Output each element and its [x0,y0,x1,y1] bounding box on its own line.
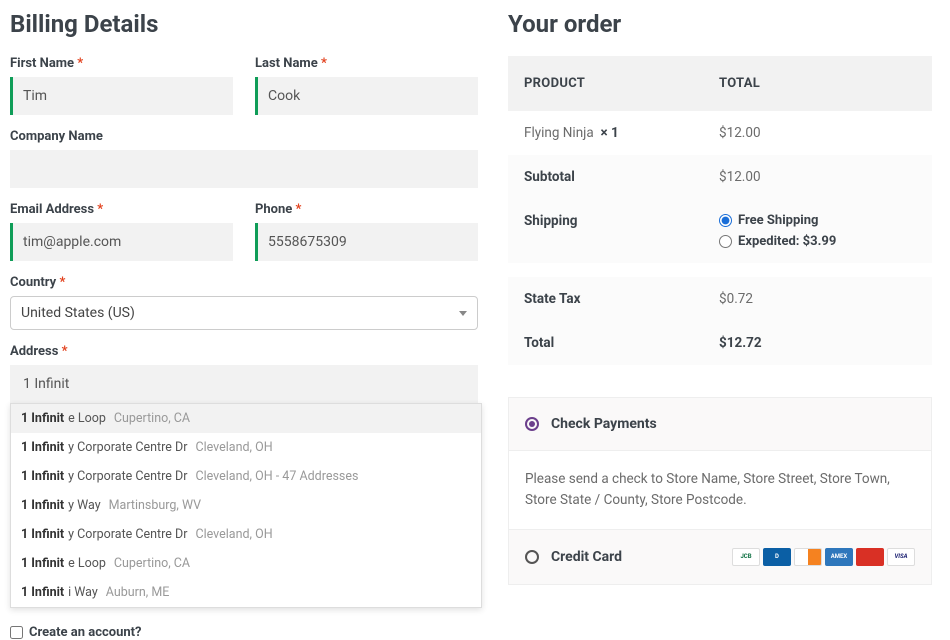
order-item-row: Flying Ninja × 1 $12.00 [508,111,932,155]
address-input[interactable] [10,365,478,403]
address-label: Address * [10,344,478,359]
billing-heading: Billing Details [10,10,478,38]
payment-check-option[interactable]: Check Payments [508,397,932,451]
total-row: Total $12.72 [508,321,932,365]
first-name-input[interactable] [10,77,233,115]
payment-credit-card-option[interactable]: Credit Card JCB D AMEX VISA [508,529,932,585]
last-name-label: Last Name * [255,56,478,71]
subtotal-label: Subtotal [508,155,703,199]
phone-field: Phone * [255,202,478,261]
shipping-label: Shipping [508,199,703,263]
create-account-row: Create an account? [10,625,478,640]
email-label: Email Address * [10,202,233,217]
country-selected-value: United States (US) [21,305,135,321]
order-table: PRODUCT TOTAL Flying Ninja × 1 $12.00 Su… [508,56,932,365]
order-item-total: $12.00 [703,111,932,155]
company-input[interactable] [10,150,478,188]
autocomplete-item[interactable]: 1 Infinity Corporate Centre DrCleveland,… [11,462,481,491]
create-account-checkbox[interactable] [10,626,23,639]
card-logos: JCB D AMEX VISA [732,548,915,566]
email-input[interactable] [10,223,233,261]
first-name-field: First Name * [10,56,233,115]
shipping-expedited-radio[interactable] [719,235,732,248]
visa-icon: VISA [887,548,915,566]
phone-input[interactable] [255,223,478,261]
shipping-expedited-label[interactable]: Expedited: $3.99 [738,234,836,249]
shipping-row: Shipping Free Shipping Expedited: $3.99 [508,199,932,263]
subtotal-row: Subtotal $12.00 [508,155,932,199]
autocomplete-item[interactable]: 1 Infinity WayMartinsburg, WV [11,491,481,520]
mastercard-icon [856,548,884,566]
country-select[interactable]: United States (US) [10,296,478,330]
tax-row: State Tax $0.72 [508,277,932,321]
address-field: Address * [10,344,478,403]
autocomplete-item[interactable]: 1 Infinite LoopCupertino, CA [11,404,481,433]
create-account-label: Create an account? [29,625,142,640]
your-order-section: Your order PRODUCT TOTAL Flying Ninja × … [508,10,940,629]
discover-icon [794,548,822,566]
col-total: TOTAL [703,56,932,111]
total-label: Total [508,321,703,365]
phone-label: Phone * [255,202,478,217]
billing-details-section: Billing Details First Name * Last Name *… [10,10,478,629]
jcb-icon: JCB [732,548,760,566]
payment-methods: Check Payments Please send a check to St… [508,397,932,585]
chevron-down-icon [459,311,467,316]
subtotal-value: $12.00 [703,155,932,199]
diners-icon: D [763,548,791,566]
autocomplete-item[interactable]: 1 Infinite LoopCupertino, CA [11,549,481,578]
col-product: PRODUCT [508,56,703,111]
payment-check-description: Please send a check to Store Name, Store… [508,451,932,529]
amex-icon: AMEX [825,548,853,566]
radio-selected-icon [525,417,539,431]
autocomplete-item[interactable]: 1 Infiniti WayAuburn, ME [11,578,481,607]
address-autocomplete-dropdown: 1 Infinite LoopCupertino, CA1 Infinity C… [10,403,482,608]
last-name-input[interactable] [255,77,478,115]
country-label: Country * [10,275,478,290]
radio-unselected-icon [525,550,539,564]
shipping-free-label[interactable]: Free Shipping [738,213,818,228]
tax-label: State Tax [508,277,703,321]
total-value: $12.72 [703,321,932,365]
autocomplete-item[interactable]: 1 Infinity Corporate Centre DrCleveland,… [11,520,481,549]
order-heading: Your order [508,10,932,38]
payment-check-label: Check Payments [551,416,657,432]
company-field: Company Name [10,129,478,188]
shipping-free-radio[interactable] [719,214,732,227]
payment-cc-label: Credit Card [551,549,622,565]
tax-value: $0.72 [703,277,932,321]
shipping-options: Free Shipping Expedited: $3.99 [703,199,932,263]
country-field: Country * United States (US) [10,275,478,330]
order-item-name: Flying Ninja × 1 [508,111,703,155]
company-label: Company Name [10,129,478,144]
first-name-label: First Name * [10,56,233,71]
autocomplete-item[interactable]: 1 Infinity Corporate Centre DrCleveland,… [11,433,481,462]
email-field: Email Address * [10,202,233,261]
last-name-field: Last Name * [255,56,478,115]
